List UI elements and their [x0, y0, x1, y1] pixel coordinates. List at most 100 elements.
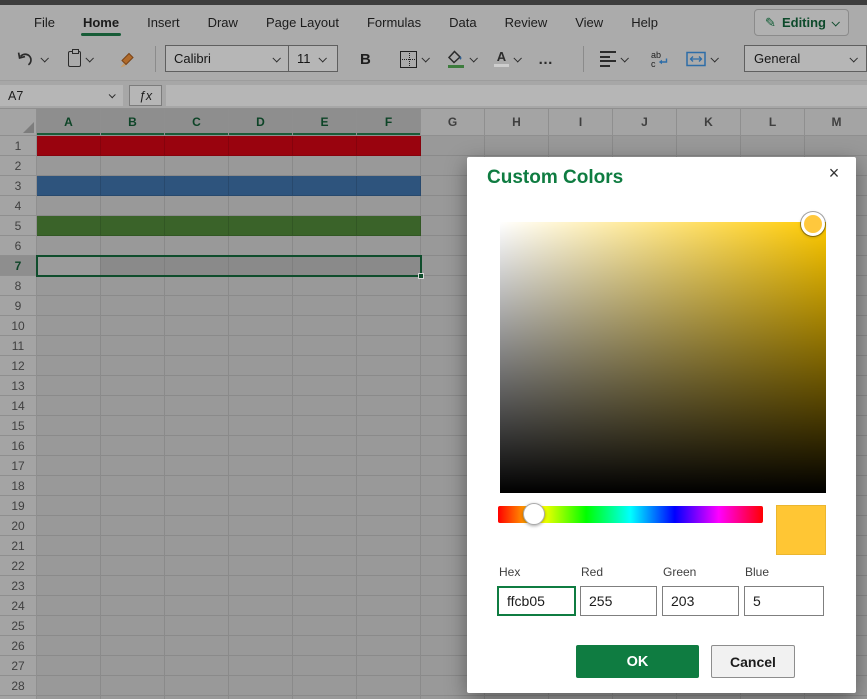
cell-A8[interactable] [37, 276, 101, 296]
cell-D19[interactable] [229, 496, 293, 516]
column-header-M[interactable]: M [805, 109, 867, 136]
cell-D6[interactable] [229, 236, 293, 256]
cell-E7[interactable] [293, 256, 357, 276]
cell-C7[interactable] [165, 256, 229, 276]
row-header-1[interactable]: 1 [0, 136, 37, 156]
cell-D14[interactable] [229, 396, 293, 416]
cell-A16[interactable] [37, 436, 101, 456]
row-header-14[interactable]: 14 [0, 396, 37, 416]
row-header-18[interactable]: 18 [0, 476, 37, 496]
format-painter-button[interactable] [118, 46, 137, 72]
cell-D2[interactable] [229, 156, 293, 176]
cell-B6[interactable] [101, 236, 165, 256]
cell-F24[interactable] [357, 596, 421, 616]
column-header-I[interactable]: I [549, 109, 613, 136]
red-input[interactable] [580, 586, 657, 616]
cell-C9[interactable] [165, 296, 229, 316]
cell-D20[interactable] [229, 516, 293, 536]
cell-D23[interactable] [229, 576, 293, 596]
more-options-button[interactable]: … [538, 46, 554, 72]
cell-B16[interactable] [101, 436, 165, 456]
cell-A22[interactable] [37, 556, 101, 576]
row-header-22[interactable]: 22 [0, 556, 37, 576]
tab-help[interactable]: Help [617, 7, 672, 36]
column-header-D[interactable]: D [229, 109, 293, 136]
cancel-button[interactable]: Cancel [711, 645, 795, 678]
cell-E14[interactable] [293, 396, 357, 416]
cell-J1[interactable] [613, 136, 677, 156]
cell-F16[interactable] [357, 436, 421, 456]
cell-C14[interactable] [165, 396, 229, 416]
cell-E23[interactable] [293, 576, 357, 596]
cell-B27[interactable] [101, 656, 165, 676]
cell-B8[interactable] [101, 276, 165, 296]
cell-A20[interactable] [37, 516, 101, 536]
row-header-2[interactable]: 2 [0, 156, 37, 176]
cell-A12[interactable] [37, 356, 101, 376]
font-color-button[interactable]: A [494, 46, 520, 72]
cell-D15[interactable] [229, 416, 293, 436]
cell-C17[interactable] [165, 456, 229, 476]
cell-L1[interactable] [741, 136, 805, 156]
cell-C6[interactable] [165, 236, 229, 256]
cell-F25[interactable] [357, 616, 421, 636]
row-header-6[interactable]: 6 [0, 236, 37, 256]
merge-cells-button[interactable] [686, 46, 717, 72]
cell-I1[interactable] [549, 136, 613, 156]
cell-E10[interactable] [293, 316, 357, 336]
cell-E27[interactable] [293, 656, 357, 676]
chevron-down-icon[interactable] [620, 54, 628, 62]
cell-F21[interactable] [357, 536, 421, 556]
bold-button[interactable]: B [360, 46, 371, 72]
saturation-value-picker[interactable] [500, 222, 826, 493]
row-header-21[interactable]: 21 [0, 536, 37, 556]
cell-D17[interactable] [229, 456, 293, 476]
column-header-G[interactable]: G [421, 109, 485, 136]
row-header-9[interactable]: 9 [0, 296, 37, 316]
cell-A5[interactable] [37, 216, 101, 236]
cell-A21[interactable] [37, 536, 101, 556]
cell-D9[interactable] [229, 296, 293, 316]
fill-color-button[interactable] [446, 46, 476, 72]
row-header-24[interactable]: 24 [0, 596, 37, 616]
cell-B26[interactable] [101, 636, 165, 656]
cell-E9[interactable] [293, 296, 357, 316]
cell-C3[interactable] [165, 176, 229, 196]
chevron-down-icon[interactable] [513, 54, 521, 62]
cell-C21[interactable] [165, 536, 229, 556]
cell-D4[interactable] [229, 196, 293, 216]
cell-D28[interactable] [229, 676, 293, 696]
cell-A28[interactable] [37, 676, 101, 696]
tab-insert[interactable]: Insert [133, 7, 194, 36]
cell-F2[interactable] [357, 156, 421, 176]
cell-F8[interactable] [357, 276, 421, 296]
cell-E15[interactable] [293, 416, 357, 436]
chevron-down-icon[interactable] [710, 54, 718, 62]
close-icon[interactable]: × [822, 161, 846, 185]
row-header-13[interactable]: 13 [0, 376, 37, 396]
cell-C2[interactable] [165, 156, 229, 176]
chevron-down-icon[interactable] [85, 54, 93, 62]
row-header-7[interactable]: 7 [0, 256, 37, 276]
cell-F17[interactable] [357, 456, 421, 476]
cell-B23[interactable] [101, 576, 165, 596]
cell-C26[interactable] [165, 636, 229, 656]
cell-A1[interactable] [37, 136, 101, 156]
cell-E24[interactable] [293, 596, 357, 616]
cell-F23[interactable] [357, 576, 421, 596]
cell-F22[interactable] [357, 556, 421, 576]
cell-E28[interactable] [293, 676, 357, 696]
editing-mode-button[interactable]: ✎ Editing [754, 9, 849, 36]
cell-C10[interactable] [165, 316, 229, 336]
column-header-E[interactable]: E [293, 109, 357, 136]
tab-formulas[interactable]: Formulas [353, 7, 435, 36]
cell-B9[interactable] [101, 296, 165, 316]
select-all-button[interactable] [0, 109, 37, 136]
hue-slider-handle[interactable] [523, 503, 545, 525]
row-header-4[interactable]: 4 [0, 196, 37, 216]
cell-A25[interactable] [37, 616, 101, 636]
cell-B2[interactable] [101, 156, 165, 176]
row-header-26[interactable]: 26 [0, 636, 37, 656]
cell-D24[interactable] [229, 596, 293, 616]
cell-E2[interactable] [293, 156, 357, 176]
